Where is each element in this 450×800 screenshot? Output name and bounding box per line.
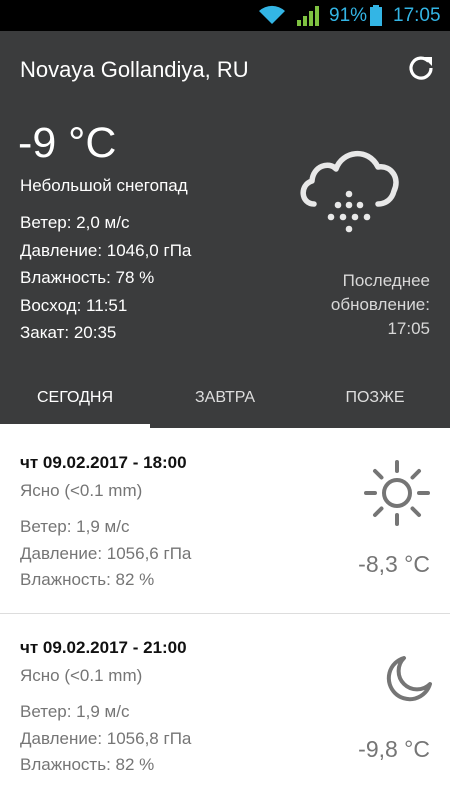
- forecast-item[interactable]: чт 09.02.2017 - 21:00 Ясно (<0.1 mm) Вет…: [0, 614, 450, 800]
- status-clock: 17:05: [393, 5, 441, 26]
- last-update-time: 17:05: [387, 319, 430, 338]
- last-update: Последнее обновление: 17:05: [331, 269, 430, 341]
- battery-percent: 91%: [329, 5, 368, 26]
- battery-icon: [370, 5, 382, 26]
- forecast-humidity: Влажность: 82 %: [20, 755, 155, 774]
- forecast-condition: Ясно (<0.1 mm): [20, 666, 143, 685]
- forecast-details: Ветер: 1,9 м/с Давление: 1056,8 гПа Влаж…: [20, 699, 191, 779]
- forecast-datetime: чт 09.02.2017 - 21:00: [20, 638, 187, 657]
- tab-tomorrow[interactable]: ЗАВТРА: [150, 381, 300, 427]
- sunrise-text: Восход: 11:51: [20, 295, 128, 315]
- signal-icon: [297, 6, 319, 26]
- forecast-temperature: -8,3 °C: [358, 551, 430, 577]
- forecast-condition: Ясно (<0.1 mm): [20, 481, 143, 500]
- wind-text: Ветер: 2,0 м/с: [20, 213, 130, 232]
- wifi-icon: [259, 5, 285, 24]
- forecast-pressure: Давление: 1056,6 гПа: [20, 543, 192, 563]
- forecast-humidity: Влажность: 82 %: [20, 570, 155, 589]
- forecast-details: Ветер: 1,9 м/с Давление: 1056,6 гПа Влаж…: [20, 514, 191, 594]
- current-weather-panel: Novaya Gollandiya, RU -9 °C Небольшой сн…: [0, 31, 450, 428]
- forecast-datetime: чт 09.02.2017 - 18:00: [20, 453, 187, 472]
- moon-icon: [386, 656, 432, 702]
- sunset-text: Закат: 20:35: [20, 323, 117, 342]
- pressure-text: Давление: 1046,0 гПа: [20, 240, 192, 260]
- last-update-label-1: Последнее: [342, 271, 430, 290]
- forecast-wind: Ветер: 1,9 м/с: [20, 702, 130, 721]
- weather-details: Ветер: 2,0 м/с Давление: 1046,0 гПа Влаж…: [20, 209, 191, 347]
- refresh-icon[interactable]: [406, 53, 436, 83]
- humidity-text: Влажность: 78 %: [20, 268, 155, 287]
- tab-today[interactable]: СЕГОДНЯ: [0, 381, 150, 427]
- tab-later[interactable]: ПОЗЖЕ: [300, 381, 450, 427]
- weather-description: Небольшой снегопад: [20, 176, 188, 195]
- forecast-temperature: -9,8 °C: [358, 736, 430, 762]
- current-temperature: -9 °C: [18, 119, 117, 167]
- status-bar: 91% 17:05: [0, 0, 450, 31]
- forecast-item[interactable]: чт 09.02.2017 - 18:00 Ясно (<0.1 mm) Вет…: [0, 428, 450, 614]
- sun-icon: [364, 460, 430, 526]
- day-tabs: СЕГОДНЯ ЗАВТРА ПОЗЖЕ: [0, 381, 450, 427]
- last-update-label-2: обновление:: [330, 295, 430, 314]
- forecast-wind: Ветер: 1,9 м/с: [20, 517, 130, 536]
- location-name: Novaya Gollandiya, RU: [20, 57, 249, 82]
- forecast-list[interactable]: чт 09.02.2017 - 18:00 Ясно (<0.1 mm) Вет…: [0, 428, 450, 800]
- snow-cloud-icon: [300, 150, 399, 233]
- forecast-pressure: Давление: 1056,8 гПа: [20, 728, 192, 748]
